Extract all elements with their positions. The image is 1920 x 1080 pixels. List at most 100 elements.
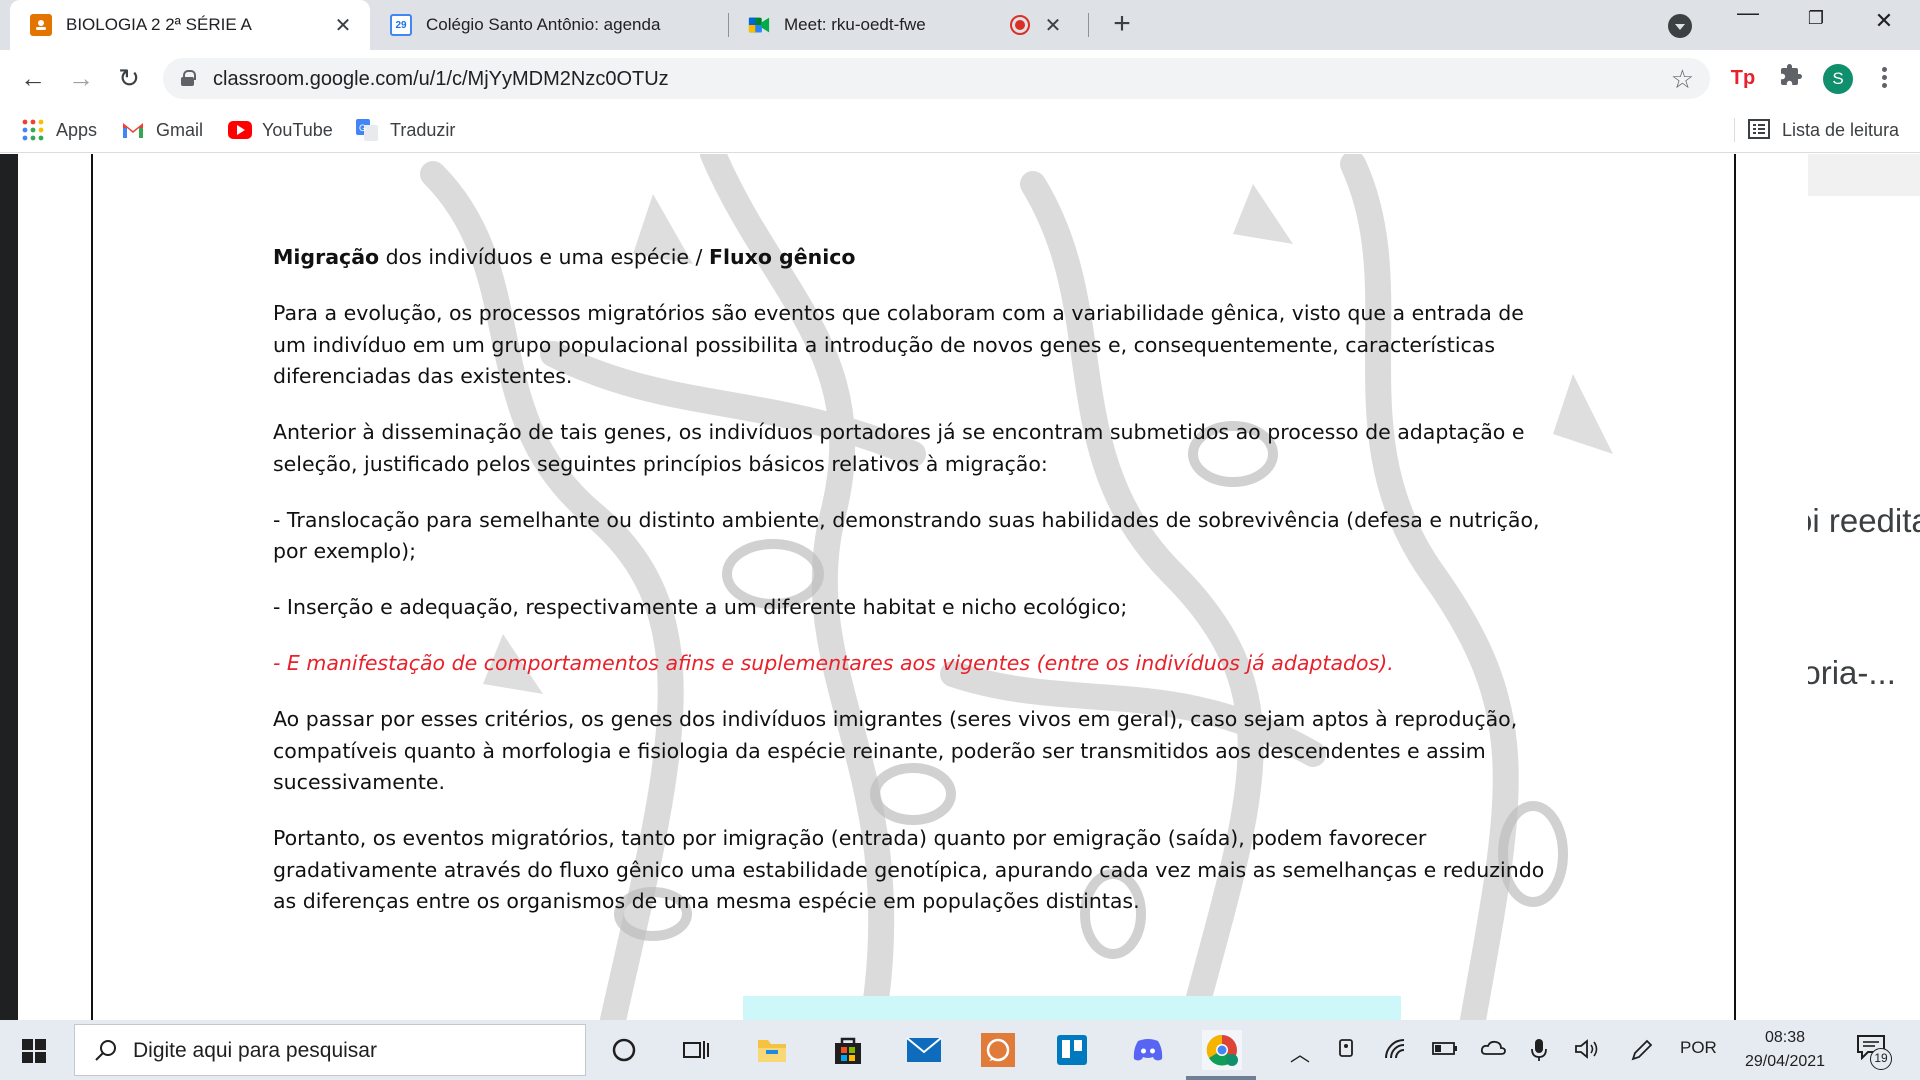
tab-title: Colégio Santo Antônio: agenda [426, 15, 661, 34]
trello-icon[interactable] [1052, 1030, 1092, 1070]
microsoft-store-icon[interactable] [828, 1030, 868, 1070]
bookmark-label: Gmail [156, 119, 204, 140]
extension-tp-icon[interactable]: Tp [1728, 63, 1758, 93]
input-language[interactable]: POR [1680, 1038, 1717, 1058]
tab-search-button[interactable] [1668, 14, 1692, 38]
document-page: Migração dos indivíduos e uma espécie / … [91, 154, 1736, 1020]
recording-icon [1010, 15, 1030, 35]
whatsapp-icon[interactable] [978, 1030, 1018, 1070]
discord-icon[interactable] [1128, 1030, 1168, 1070]
heading-bold-part: Migração [273, 245, 380, 269]
truncated-text[interactable]: oi reedita [1808, 502, 1920, 540]
clock-date: 29/04/2021 [1744, 1053, 1826, 1070]
bookmark-label: Traduzir [390, 119, 456, 140]
page-viewport: Migração dos indivíduos e uma espécie / … [0, 154, 1920, 1020]
bookmark-apps[interactable]: Apps [22, 118, 97, 142]
windows-taskbar: Digite aqui para pesquisar ︿ POR 08:38 2… [0, 1020, 1920, 1080]
document-text: Migração dos indivíduos e uma espécie / … [273, 242, 1563, 942]
gmail-icon [122, 119, 144, 141]
paragraph: Ao passar por esses critérios, os genes … [273, 707, 1518, 794]
close-window-icon[interactable]: ✕ [1864, 8, 1904, 38]
reading-list-label: Lista de leitura [1782, 119, 1900, 140]
microphone-icon[interactable] [1530, 1038, 1548, 1067]
tab-classroom[interactable]: BIOLOGIA 2 2ª SÉRIE A ✕ [10, 0, 370, 50]
paragraph: Anterior à disseminação de tais genes, o… [273, 420, 1525, 476]
heading-bold-part: Fluxo gênico [708, 245, 856, 269]
tab-close-icon[interactable]: ✕ [1040, 13, 1066, 38]
forward-icon[interactable]: → [64, 61, 98, 95]
chrome-menu-icon[interactable] [1876, 64, 1892, 94]
google-classroom-icon [30, 14, 52, 36]
tab-strip: BIOLOGIA 2 2ª SÉRIE A ✕ 29 Colégio Santo… [0, 0, 1920, 50]
pen-icon[interactable] [1630, 1038, 1654, 1067]
volume-icon[interactable] [1574, 1038, 1600, 1065]
paragraph: - Inserção e adequação, respectivamente … [273, 595, 1128, 619]
paragraph: Portanto, os eventos migratórios, tanto … [273, 826, 1545, 913]
reading-list-icon [1748, 119, 1770, 141]
bookmark-label: YouTube [262, 119, 333, 140]
bookmark-traduzir[interactable]: G Traduzir [356, 118, 455, 142]
section-heading: Migração dos indivíduos e uma espécie / … [273, 242, 1563, 274]
paragraph: - Translocação para semelhante ou distin… [273, 507, 1540, 564]
battery-icon[interactable] [1432, 1038, 1458, 1063]
bookmark-star-icon[interactable]: ☆ [1671, 64, 1694, 95]
tab-title: BIOLOGIA 2 2ª SÉRIE A [66, 15, 252, 34]
mail-icon[interactable] [904, 1030, 944, 1070]
meet-now-icon[interactable] [1338, 1038, 1358, 1065]
profile-avatar[interactable]: S [1823, 64, 1853, 94]
tab-separator [1088, 13, 1089, 37]
side-panel-header [1808, 154, 1920, 196]
windows-start-icon[interactable] [22, 1039, 46, 1063]
reading-list[interactable]: Lista de leitura [1748, 118, 1899, 142]
image-preview-box [743, 996, 1401, 1020]
back-icon[interactable]: ← [16, 61, 50, 95]
onedrive-icon[interactable] [1480, 1038, 1506, 1063]
truncated-text[interactable]: eoria-... [1808, 654, 1896, 692]
apps-grid-icon [22, 119, 44, 141]
heading-text: dos indivíduos e uma espécie / [379, 245, 709, 269]
clock-time: 08:38 [1764, 1029, 1806, 1046]
youtube-icon [228, 119, 252, 141]
side-panel: oi reedita eoria-... [1808, 154, 1920, 1020]
search-placeholder: Digite aqui para pesquisar [133, 1039, 377, 1062]
bookmark-label: Apps [56, 119, 98, 140]
bookmark-gmail[interactable]: Gmail [122, 118, 203, 142]
new-tab-button[interactable]: + [1106, 9, 1138, 41]
search-icon [95, 1040, 116, 1061]
address-bar[interactable]: classroom.google.com/u/1/c/MjYyMDM2Nzc0O… [163, 58, 1710, 99]
file-explorer-icon[interactable] [752, 1030, 792, 1070]
chrome-icon[interactable] [1202, 1030, 1242, 1070]
document-viewer: Migração dos indivíduos e uma espécie / … [18, 154, 1808, 1020]
task-view-icon[interactable] [676, 1030, 716, 1070]
google-meet-icon [748, 14, 770, 36]
system-clock[interactable]: 08:38 29/04/2021 [1730, 1026, 1840, 1074]
notification-center-icon[interactable]: 19 [1856, 1034, 1892, 1070]
bookmarks-bar: Apps Gmail YouTube G Traduzir Lista de l… [0, 106, 1920, 153]
tab-calendar[interactable]: 29 Colégio Santo Antônio: agenda [380, 0, 725, 50]
lock-icon[interactable] [181, 70, 196, 86]
extensions-puzzle-icon[interactable] [1776, 63, 1806, 93]
tab-separator [728, 13, 729, 37]
google-calendar-icon: 29 [390, 14, 412, 36]
active-app-indicator [1186, 1076, 1256, 1080]
notification-count-badge: 19 [1870, 1048, 1892, 1070]
cortana-icon[interactable] [604, 1030, 644, 1070]
taskbar-search-box[interactable]: Digite aqui para pesquisar [74, 1024, 586, 1076]
bookmark-youtube[interactable]: YouTube [228, 118, 333, 142]
paragraph: Para a evolução, os processos migratório… [273, 301, 1524, 388]
url-text[interactable]: classroom.google.com/u/1/c/MjYyMDM2Nzc0O… [213, 68, 669, 91]
highlighted-paragraph: - E manifestação de comportamentos afins… [273, 651, 1394, 675]
browser-toolbar: ← → ↻ classroom.google.com/u/1/c/MjYyMDM… [0, 50, 1920, 106]
svg-text:G: G [359, 123, 366, 133]
minimize-icon[interactable]: — [1728, 0, 1768, 30]
bookmark-separator [1734, 118, 1735, 142]
tab-title: Meet: rku-oedt-fwe [784, 15, 926, 34]
restore-icon[interactable]: ❐ [1796, 8, 1836, 38]
google-translate-icon: G [356, 119, 378, 141]
tab-close-icon[interactable]: ✕ [330, 13, 356, 38]
network-icon[interactable] [1384, 1038, 1408, 1065]
reload-icon[interactable]: ↻ [112, 61, 146, 95]
dark-overlay-strip [0, 154, 18, 1020]
show-hidden-icons[interactable]: ︿ [1290, 1038, 1310, 1067]
tab-meet[interactable]: Meet: rku-oedt-fwe ✕ [738, 0, 1078, 50]
